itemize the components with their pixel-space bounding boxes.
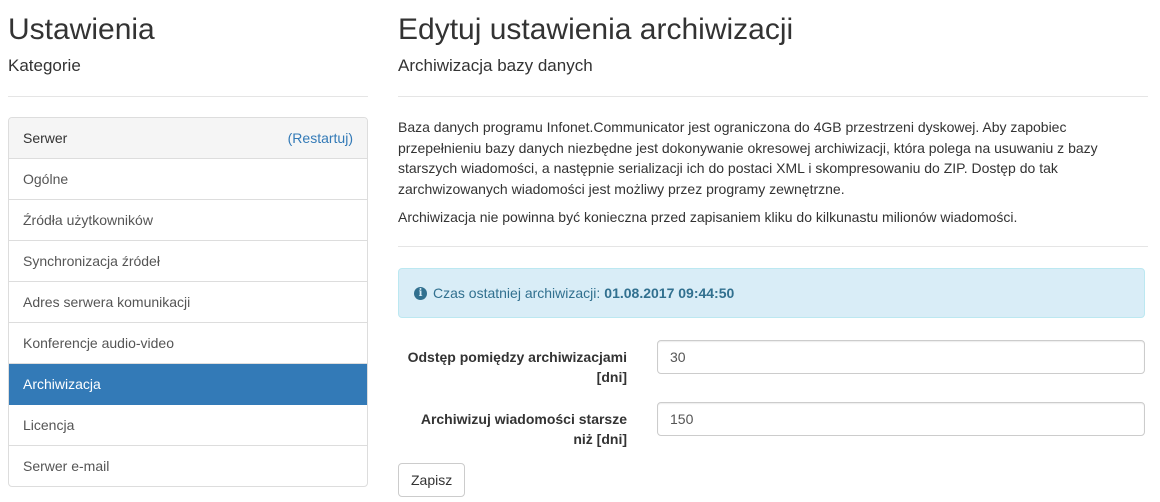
interval-label: Odstęp pomiędzy archiwizacjami [dni] xyxy=(407,349,627,385)
save-button[interactable]: Zapisz xyxy=(398,463,466,497)
page-subtitle: Archiwizacja bazy danych xyxy=(398,56,593,75)
sidebar-item-server-address[interactable]: Adres serwera komunikacji xyxy=(9,282,367,323)
sidebar-item-email-server[interactable]: Serwer e-mail xyxy=(9,446,367,486)
sidebar-item-license[interactable]: Licencja xyxy=(9,405,367,446)
category-list: Serwer (Restartuj) Ogólne Źródła użytkow… xyxy=(8,117,368,487)
sidebar-title: Ustawienia xyxy=(8,13,155,46)
sidebar-divider xyxy=(8,96,368,97)
page-title: Edytuj ustawienia archiwizacji xyxy=(398,13,794,46)
sidebar-item-general[interactable]: Ogólne xyxy=(9,159,367,200)
older-than-label: Archiwizuj wiadomości starsze niż [dni] xyxy=(420,411,627,447)
last-archive-alert: i Czas ostatniej archiwizacji: 01.08.201… xyxy=(398,268,1145,318)
alert-label: Czas ostatniej archiwizacji: xyxy=(433,285,601,301)
main-divider-top xyxy=(398,96,1148,97)
note-text: Archiwizacja nie powinna być konieczna p… xyxy=(398,209,1018,225)
restart-link[interactable]: (Restartuj) xyxy=(288,130,353,146)
alert-value: 01.08.2017 09:44:50 xyxy=(604,285,735,301)
category-list-header: Serwer (Restartuj) xyxy=(9,118,367,159)
sidebar-item-user-sources[interactable]: Źródła użytkowników xyxy=(9,200,367,241)
description-text: Baza danych programu Infonet.Communicato… xyxy=(398,119,1098,197)
sidebar-item-av-conferences[interactable]: Konferencje audio-video xyxy=(9,323,367,364)
interval-input[interactable] xyxy=(657,340,1145,374)
server-header-label: Serwer xyxy=(23,130,68,146)
main-divider-bottom xyxy=(398,246,1148,247)
info-icon: i xyxy=(414,286,427,300)
sidebar-subtitle: Kategorie xyxy=(8,56,81,75)
sidebar-item-archiving[interactable]: Archiwizacja xyxy=(9,364,367,405)
older-than-input[interactable] xyxy=(657,402,1145,436)
sidebar-item-source-sync[interactable]: Synchronizacja źródeł xyxy=(9,241,367,282)
